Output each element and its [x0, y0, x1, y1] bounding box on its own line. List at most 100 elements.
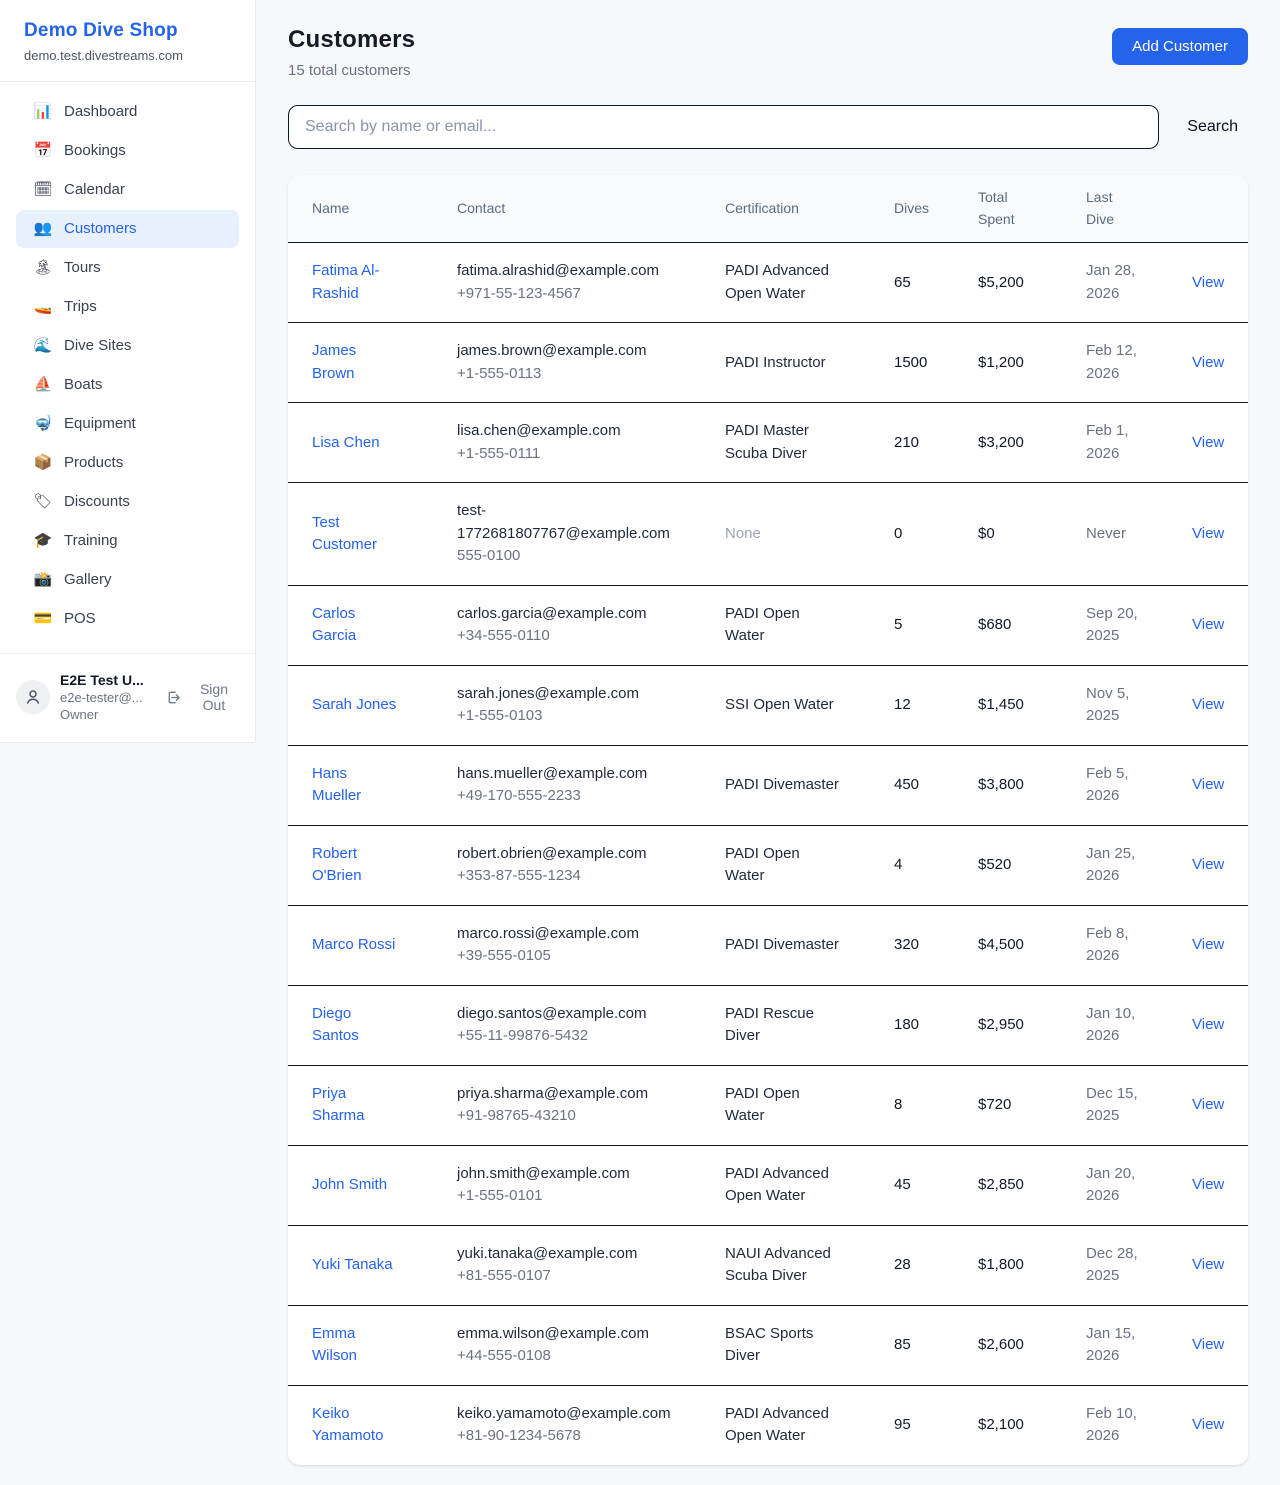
cell-last-dive: Dec 15, 2025: [1062, 1065, 1168, 1145]
products-icon: 📦: [33, 454, 53, 472]
view-link[interactable]: View: [1192, 274, 1224, 291]
customer-name-link[interactable]: Sarah Jones: [312, 694, 396, 717]
cell-contact: fatima.alrashid@example.com +971-55-123-…: [433, 243, 701, 323]
customer-certification: PADI Advanced Open Water: [725, 1163, 843, 1208]
sidebar-item-dive-sites[interactable]: 🌊 Dive Sites: [16, 327, 239, 365]
cell-view: View: [1168, 665, 1248, 745]
table-row: Test Customer test-1772681807767@example…: [288, 483, 1248, 586]
cell-last-dive: Jan 15, 2026: [1062, 1305, 1168, 1385]
view-link[interactable]: View: [1192, 616, 1224, 633]
view-link[interactable]: View: [1192, 936, 1224, 953]
sidebar-item-label: Equipment: [64, 415, 136, 433]
view-link[interactable]: View: [1192, 354, 1224, 371]
cell-view: View: [1168, 585, 1248, 665]
customer-name-link[interactable]: John Smith: [312, 1174, 387, 1197]
search-button[interactable]: Search: [1177, 108, 1248, 146]
view-link[interactable]: View: [1192, 1336, 1224, 1353]
cell-name: Hans Mueller: [288, 745, 433, 825]
view-link[interactable]: View: [1192, 525, 1224, 542]
user-meta: E2E Test U... e2e-tester@... Owner: [60, 672, 156, 722]
sidebar-item-boats[interactable]: ⛵ Boats: [16, 366, 239, 404]
customer-name-link[interactable]: Carlos Garcia: [312, 603, 400, 648]
customer-email: keiko.yamamoto@example.com: [457, 1403, 685, 1426]
cell-contact: test-1772681807767@example.com 555-0100: [433, 483, 701, 586]
sign-out-button[interactable]: Sign Out: [166, 681, 239, 713]
cell-name: Fatima Al-Rashid: [288, 243, 433, 323]
customer-name-link[interactable]: Keiko Yamamoto: [312, 1403, 400, 1448]
customer-certification: PADI Instructor: [725, 352, 826, 375]
view-link[interactable]: View: [1192, 856, 1224, 873]
customer-name-link[interactable]: Test Customer: [312, 512, 400, 557]
user-role: Owner: [60, 707, 156, 722]
table-row: Keiko Yamamoto keiko.yamamoto@example.co…: [288, 1385, 1248, 1465]
cell-dives: 45: [870, 1145, 954, 1225]
view-link[interactable]: View: [1192, 1416, 1224, 1433]
sidebar-item-dashboard[interactable]: 📊 Dashboard: [16, 93, 239, 131]
view-link[interactable]: View: [1192, 1176, 1224, 1193]
sidebar-item-gallery[interactable]: 📸 Gallery: [16, 561, 239, 599]
column-header-certification: Certification: [701, 175, 870, 243]
avatar: [16, 680, 50, 714]
training-icon: 🎓: [33, 532, 53, 550]
sidebar-item-tours[interactable]: 🏝 Tours: [16, 249, 239, 287]
customer-certification: PADI Rescue Diver: [725, 1003, 843, 1048]
view-link[interactable]: View: [1192, 696, 1224, 713]
search-input[interactable]: [288, 105, 1159, 149]
cell-total-spent: $520: [954, 825, 1062, 905]
view-link[interactable]: View: [1192, 1016, 1224, 1033]
sidebar-item-bookings[interactable]: 📅 Bookings: [16, 132, 239, 170]
column-header-total-spent: Total Spent: [954, 175, 1062, 243]
search-row: Search: [288, 105, 1248, 149]
customer-email: sarah.jones@example.com: [457, 683, 685, 706]
customer-name-link[interactable]: Yuki Tanaka: [312, 1254, 393, 1277]
customer-name-link[interactable]: James Brown: [312, 340, 400, 385]
add-customer-button[interactable]: Add Customer: [1112, 28, 1248, 65]
cell-dives: 320: [870, 905, 954, 985]
cell-total-spent: $1,200: [954, 323, 1062, 403]
column-header-name: Name: [288, 175, 433, 243]
customer-certification: PADI Open Water: [725, 603, 843, 648]
column-header-contact: Contact: [433, 175, 701, 243]
customer-name-link[interactable]: Lisa Chen: [312, 432, 380, 455]
sidebar-item-label: Trips: [64, 298, 97, 316]
customer-certification: PADI Open Water: [725, 843, 843, 888]
sidebar-item-label: Tours: [64, 259, 101, 277]
view-link[interactable]: View: [1192, 1256, 1224, 1273]
cell-certification: PADI Open Water: [701, 1065, 870, 1145]
cell-dives: 180: [870, 985, 954, 1065]
sidebar-item-discounts[interactable]: 🏷 Discounts: [16, 483, 239, 521]
tours-icon: 🏝: [33, 259, 53, 277]
customer-email: james.brown@example.com: [457, 340, 685, 363]
sidebar-item-equipment[interactable]: 🤿 Equipment: [16, 405, 239, 443]
cell-certification: PADI Rescue Diver: [701, 985, 870, 1065]
customer-name-link[interactable]: Priya Sharma: [312, 1083, 400, 1128]
cell-name: Test Customer: [288, 483, 433, 586]
table-row: Robert O'Brien robert.obrien@example.com…: [288, 825, 1248, 905]
cell-last-dive: Feb 1, 2026: [1062, 403, 1168, 483]
sidebar-item-customers[interactable]: 👥 Customers: [16, 210, 239, 248]
sidebar-item-training[interactable]: 🎓 Training: [16, 522, 239, 560]
customer-name-link[interactable]: Fatima Al-Rashid: [312, 260, 400, 305]
sidebar-item-calendar[interactable]: 🗓 Calendar: [16, 171, 239, 209]
sidebar-item-products[interactable]: 📦 Products: [16, 444, 239, 482]
table-row: Yuki Tanaka yuki.tanaka@example.com +81-…: [288, 1225, 1248, 1305]
customers-table-card: NameContactCertificationDivesTotal Spent…: [288, 175, 1248, 1465]
cell-last-dive: Sep 20, 2025: [1062, 585, 1168, 665]
page-title: Customers: [288, 26, 415, 54]
cell-total-spent: $4,500: [954, 905, 1062, 985]
view-link[interactable]: View: [1192, 1096, 1224, 1113]
cell-total-spent: $3,200: [954, 403, 1062, 483]
customer-name-link[interactable]: Robert O'Brien: [312, 843, 400, 888]
view-link[interactable]: View: [1192, 434, 1224, 451]
sidebar-item-pos[interactable]: 💳 POS: [16, 600, 239, 638]
customer-name-link[interactable]: Hans Mueller: [312, 763, 400, 808]
sidebar-item-trips[interactable]: 🚤 Trips: [16, 288, 239, 326]
view-link[interactable]: View: [1192, 776, 1224, 793]
customer-name-link[interactable]: Diego Santos: [312, 1003, 400, 1048]
customer-phone: +1-555-0111: [457, 443, 685, 466]
cell-view: View: [1168, 745, 1248, 825]
customer-name-link[interactable]: Marco Rossi: [312, 934, 395, 957]
customer-name-link[interactable]: Emma Wilson: [312, 1323, 400, 1368]
cell-total-spent: $1,800: [954, 1225, 1062, 1305]
customer-phone: +971-55-123-4567: [457, 283, 685, 306]
